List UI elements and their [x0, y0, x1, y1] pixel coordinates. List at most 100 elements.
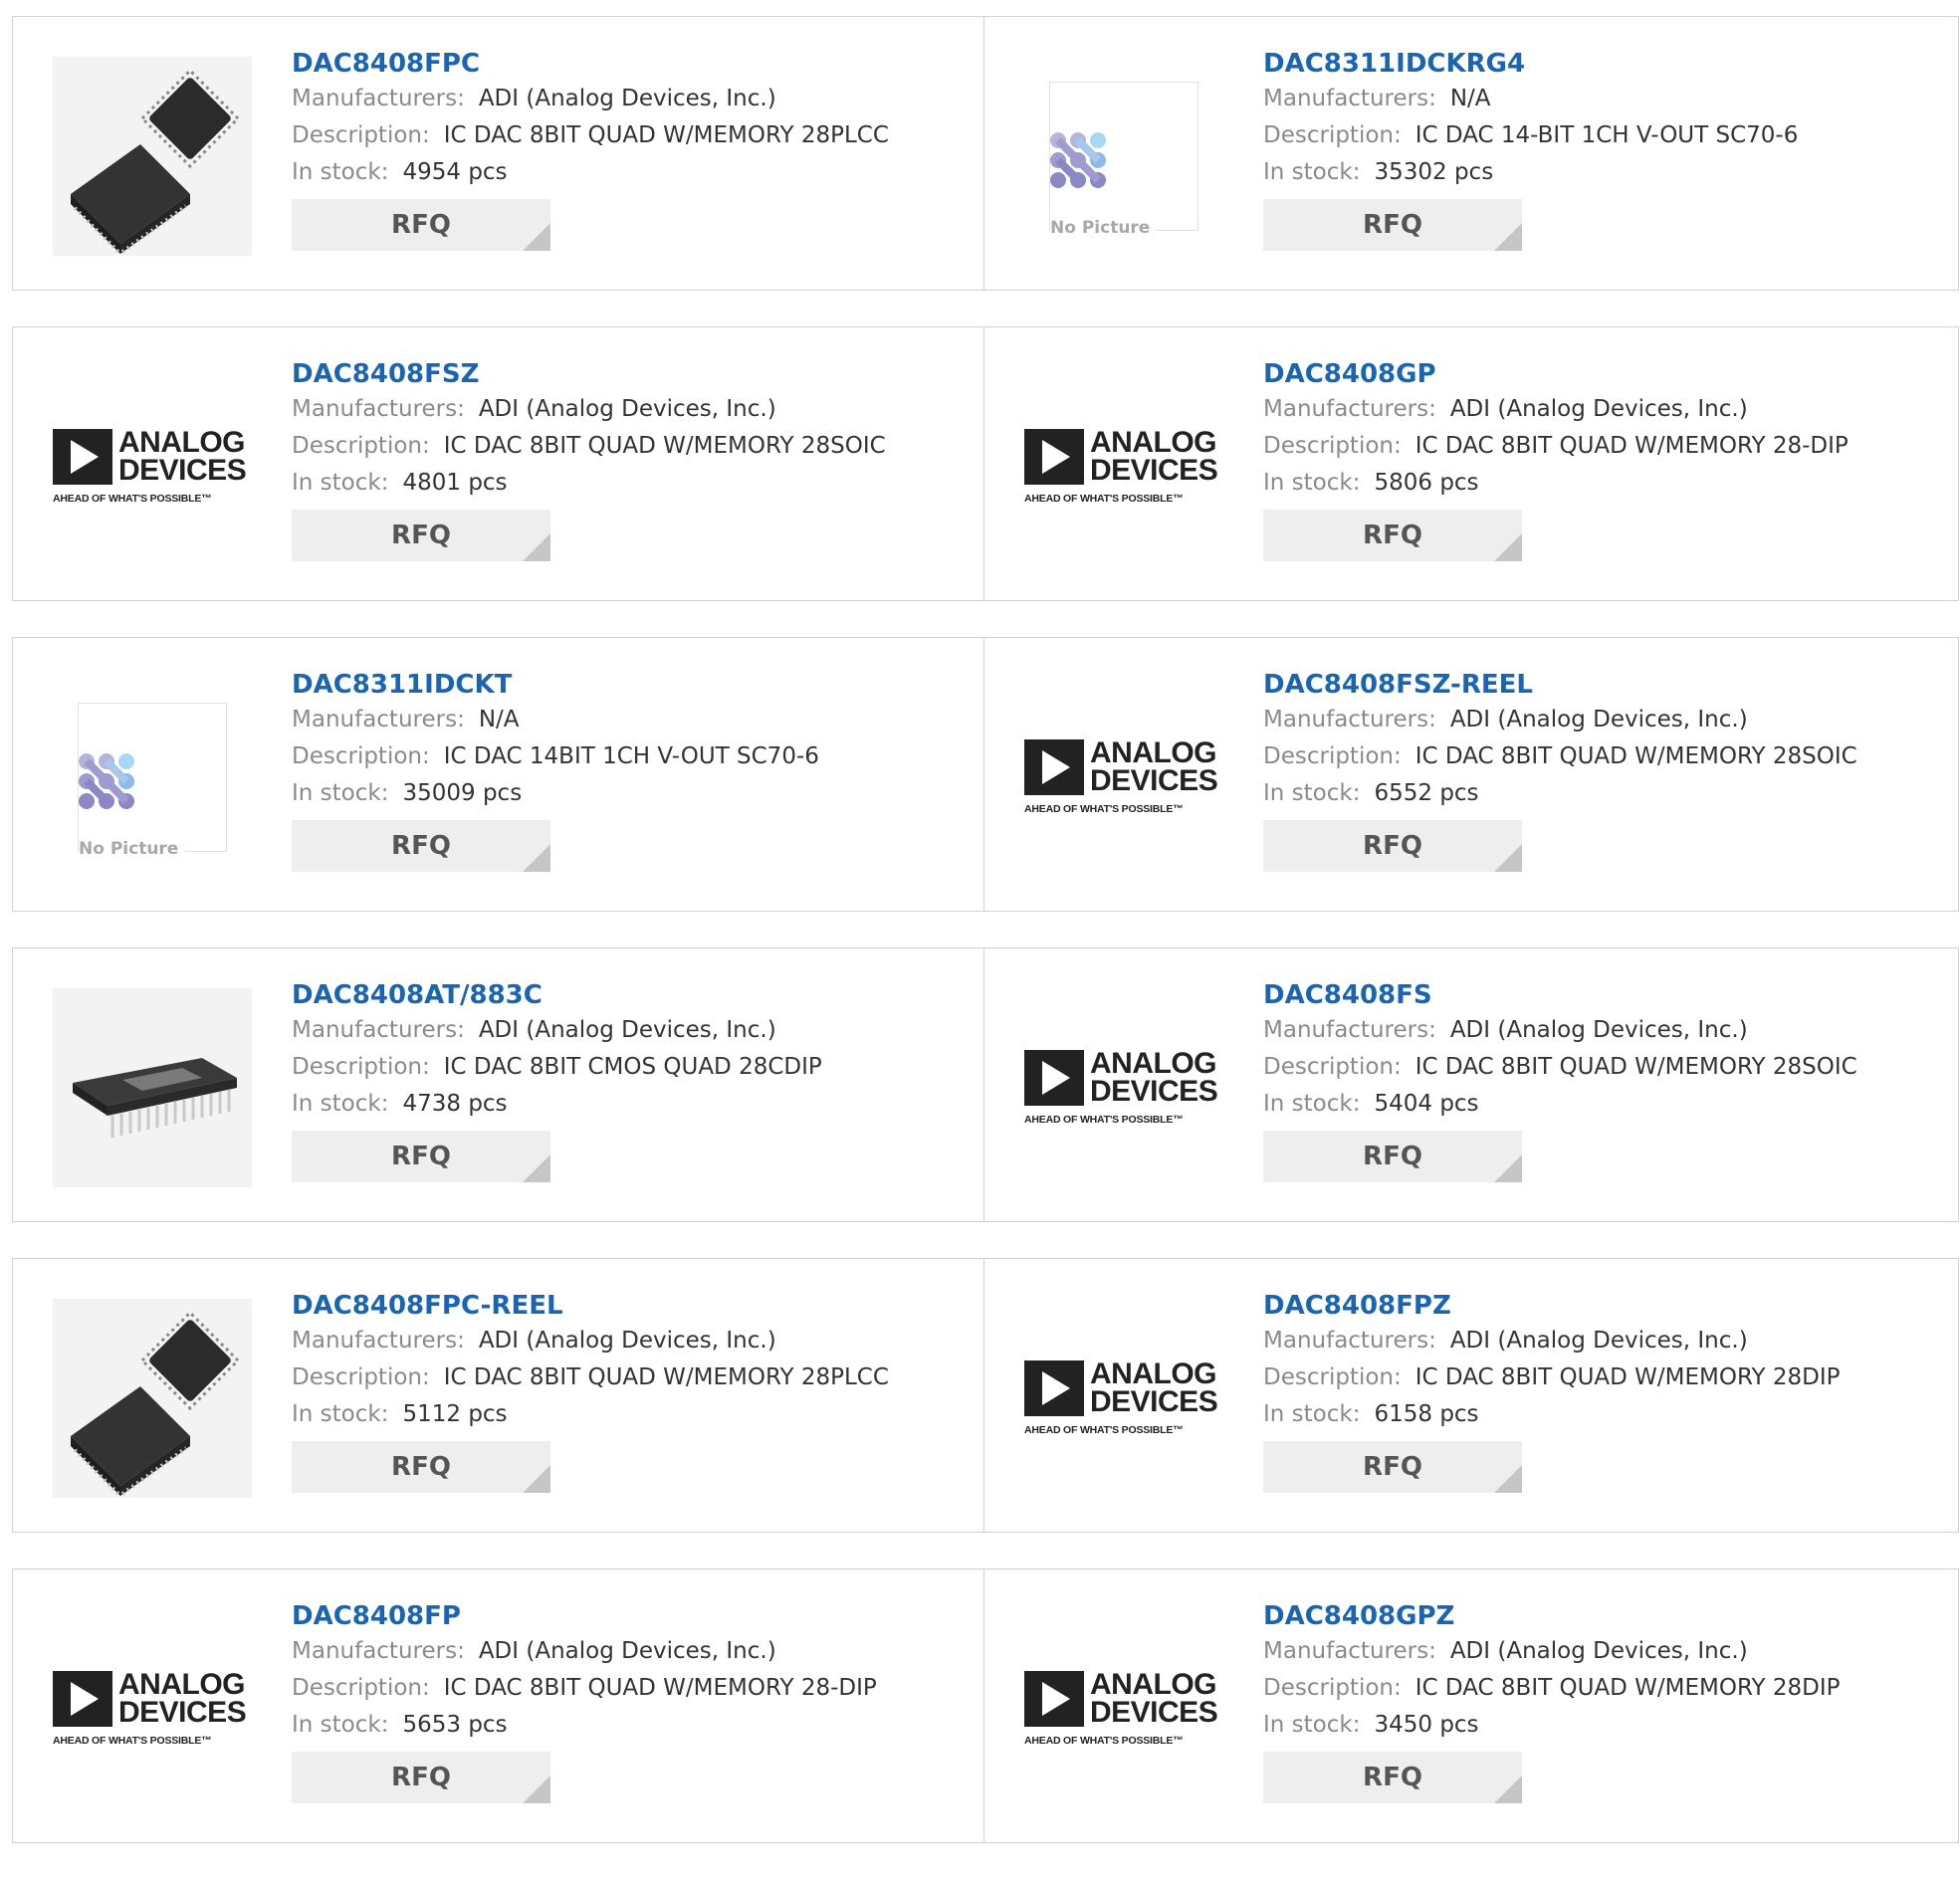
part-number-link[interactable]: DAC8408GP — [1263, 357, 1436, 391]
manufacturer-value: N/A — [1449, 86, 1491, 111]
part-number-link[interactable]: DAC8408GPZ — [1263, 1599, 1454, 1633]
plcc-chip-image — [53, 57, 252, 256]
stock-line: In stock: 6552 pcs — [1263, 775, 1938, 812]
description-line: Description: IC DAC 8BIT QUAD W/MEMORY 28… — [292, 428, 964, 465]
adi-logo-word1: ANALOG — [1090, 1668, 1217, 1701]
adi-logo-word2: DEVICES — [118, 454, 247, 487]
adi-logo-wordmark: ANALOG DEVICES — [1090, 426, 1218, 487]
manufacturer-line: Manufacturers: ADI (Analog Devices, Inc.) — [292, 81, 964, 117]
rfq-button[interactable]: RFQ — [1263, 1752, 1522, 1803]
rfq-button[interactable]: RFQ — [292, 199, 550, 251]
product-thumbnail[interactable]: No Picture — [53, 678, 252, 877]
description-line: Description: IC DAC 8BIT CMOS QUAD 28CDIP — [292, 1049, 964, 1086]
product-thumbnail[interactable]: ANALOG DEVICES AHEAD OF WHAT'S POSSIBLE™ — [1024, 678, 1223, 877]
adi-logo-wordmark: ANALOG DEVICES — [1090, 1047, 1218, 1108]
product-thumbnail[interactable] — [53, 57, 252, 256]
product-info: DAC8408FP Manufacturers: ADI (Analog Devi… — [292, 1599, 964, 1803]
description-line: Description: IC DAC 14-BIT 1CH V-OUT SC70… — [1263, 117, 1938, 154]
part-number-link[interactable]: DAC8408FSZ-REEL — [1263, 668, 1533, 702]
rfq-button[interactable]: RFQ — [1263, 1131, 1522, 1182]
rfq-button[interactable]: RFQ — [292, 1752, 550, 1803]
product-thumbnail[interactable]: ANALOG DEVICES AHEAD OF WHAT'S POSSIBLE™ — [53, 367, 252, 566]
adi-logo-word1: ANALOG — [1090, 426, 1217, 459]
product-info: DAC8408FS Manufacturers: ADI (Analog Devi… — [1263, 978, 1938, 1182]
part-number-link[interactable]: DAC8311IDCKRG4 — [1263, 47, 1525, 81]
product-card: No Picture DAC8311IDCKRG4 Manufacturers:… — [983, 16, 1959, 291]
product-card: DAC8408FPC-REEL Manufacturers: ADI (Analo… — [12, 1258, 984, 1533]
stock-value: 5404 pcs — [1374, 1091, 1479, 1117]
product-row: DAC8408FPC-REEL Manufacturers: ADI (Analo… — [12, 1258, 1960, 1533]
manufacturer-line: Manufacturers: N/A — [1263, 81, 1938, 117]
product-thumbnail[interactable]: ANALOG DEVICES AHEAD OF WHAT'S POSSIBLE™ — [1024, 367, 1223, 566]
product-grid: DAC8408FPC Manufacturers: ADI (Analog Dev… — [12, 16, 1960, 1879]
stock-value: 35009 pcs — [402, 780, 523, 806]
product-row: DAC8408AT/883C Manufacturers: ADI (Analog… — [12, 947, 1960, 1222]
product-card: ANALOG DEVICES AHEAD OF WHAT'S POSSIBLE™… — [983, 326, 1959, 601]
rfq-button[interactable]: RFQ — [1263, 199, 1522, 251]
manufacturer-label: Manufacturers: — [292, 1328, 465, 1354]
product-thumbnail[interactable]: ANALOG DEVICES AHEAD OF WHAT'S POSSIBLE™ — [1024, 1299, 1223, 1498]
stock-value: 5112 pcs — [402, 1401, 508, 1427]
stock-value: 3450 pcs — [1374, 1712, 1479, 1738]
product-thumbnail[interactable]: No Picture — [1024, 57, 1223, 256]
adi-logo-word2: DEVICES — [1090, 1696, 1218, 1729]
manufacturer-label: Manufacturers: — [292, 1638, 465, 1664]
part-number-link[interactable]: DAC8408FPC-REEL — [292, 1289, 563, 1323]
adi-logo-tagline: AHEAD OF WHAT'S POSSIBLE™ — [53, 1735, 212, 1747]
description-value: IC DAC 8BIT QUAD W/MEMORY 28DIP — [1415, 1364, 1841, 1390]
stock-label: In stock: — [292, 159, 389, 185]
stock-value: 6158 pcs — [1374, 1401, 1479, 1427]
adi-triangle-icon — [1024, 1360, 1084, 1416]
manufacturer-line: Manufacturers: ADI (Analog Devices, Inc.) — [292, 1323, 964, 1359]
rfq-button[interactable]: RFQ — [1263, 510, 1522, 561]
part-number-link[interactable]: DAC8408FSZ — [292, 357, 480, 391]
analog-devices-logo: ANALOG DEVICES AHEAD OF WHAT'S POSSIBLE™ — [1024, 1047, 1223, 1126]
adi-triangle-icon — [1024, 1671, 1084, 1727]
manufacturer-label: Manufacturers: — [1263, 707, 1436, 732]
description-label: Description: — [292, 122, 430, 148]
part-number-link[interactable]: DAC8408FPC — [292, 47, 480, 81]
product-card: DAC8408FPC Manufacturers: ADI (Analog Dev… — [12, 16, 984, 291]
adi-logo-word2: DEVICES — [1090, 454, 1218, 487]
product-info: DAC8408FPZ Manufacturers: ADI (Analog Dev… — [1263, 1289, 1938, 1493]
product-thumbnail[interactable]: ANALOG DEVICES AHEAD OF WHAT'S POSSIBLE™ — [1024, 1609, 1223, 1808]
part-number-link[interactable]: DAC8408FPZ — [1263, 1289, 1451, 1323]
stock-line: In stock: 6158 pcs — [1263, 1396, 1938, 1433]
part-number-link[interactable]: DAC8408AT/883C — [292, 978, 543, 1012]
description-label: Description: — [1263, 1675, 1402, 1701]
manufacturer-label: Manufacturers: — [1263, 396, 1436, 422]
manufacturer-value: ADI (Analog Devices, Inc.) — [478, 396, 776, 422]
manufacturer-label: Manufacturers: — [1263, 86, 1436, 111]
adi-logo-wordmark: ANALOG DEVICES — [1090, 1359, 1218, 1417]
description-label: Description: — [292, 1364, 430, 1390]
part-number-link[interactable]: DAC8408FS — [1263, 978, 1432, 1012]
part-number-link[interactable]: DAC8408FP — [292, 1599, 461, 1633]
part-number-link[interactable]: DAC8311IDCKT — [292, 668, 512, 702]
stock-label: In stock: — [1263, 470, 1361, 496]
product-thumbnail[interactable]: ANALOG DEVICES AHEAD OF WHAT'S POSSIBLE™ — [53, 1609, 252, 1808]
product-thumbnail[interactable] — [53, 988, 252, 1187]
rfq-button[interactable]: RFQ — [292, 1441, 550, 1493]
product-info: DAC8311IDCKRG4 Manufacturers: N/A Descrip… — [1263, 47, 1938, 251]
product-info: DAC8408AT/883C Manufacturers: ADI (Analog… — [292, 978, 964, 1182]
adi-triangle-icon — [53, 1671, 112, 1727]
product-card: ANALOG DEVICES AHEAD OF WHAT'S POSSIBLE™… — [12, 326, 984, 601]
analog-devices-logo: ANALOG DEVICES AHEAD OF WHAT'S POSSIBLE™ — [53, 428, 252, 505]
adi-logo-word2: DEVICES — [1090, 1075, 1218, 1108]
adi-logo-word1: ANALOG — [1090, 1047, 1217, 1080]
rfq-button[interactable]: RFQ — [1263, 1441, 1522, 1493]
product-thumbnail[interactable] — [53, 1299, 252, 1498]
product-info: DAC8408FSZ-REEL Manufacturers: ADI (Analo… — [1263, 668, 1938, 872]
rfq-button[interactable]: RFQ — [292, 820, 550, 872]
stock-label: In stock: — [1263, 1401, 1361, 1427]
rfq-button[interactable]: RFQ — [1263, 820, 1522, 872]
analog-devices-logo: ANALOG DEVICES AHEAD OF WHAT'S POSSIBLE™ — [1024, 738, 1223, 815]
product-card: ANALOG DEVICES AHEAD OF WHAT'S POSSIBLE™… — [12, 1568, 984, 1843]
rfq-button[interactable]: RFQ — [292, 510, 550, 561]
product-card: ANALOG DEVICES AHEAD OF WHAT'S POSSIBLE™… — [983, 947, 1959, 1222]
manufacturer-value: ADI (Analog Devices, Inc.) — [478, 86, 776, 111]
description-value: IC DAC 8BIT QUAD W/MEMORY 28-DIP — [443, 1675, 877, 1701]
description-line: Description: IC DAC 8BIT QUAD W/MEMORY 28… — [1263, 738, 1938, 775]
product-thumbnail[interactable]: ANALOG DEVICES AHEAD OF WHAT'S POSSIBLE™ — [1024, 988, 1223, 1187]
rfq-button[interactable]: RFQ — [292, 1131, 550, 1182]
